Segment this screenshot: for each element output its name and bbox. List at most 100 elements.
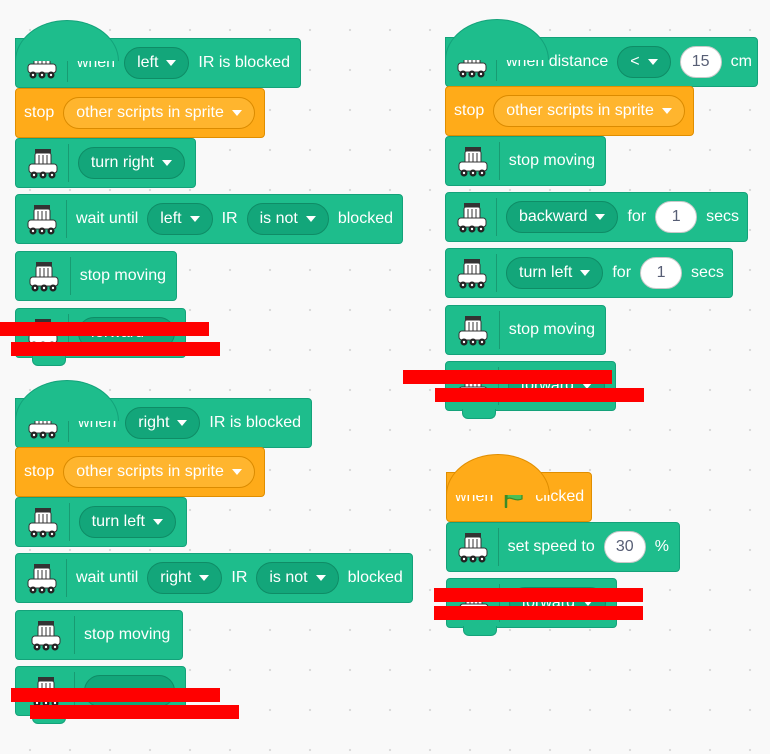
robot-car-icon [454, 198, 497, 236]
stop-label: stop [24, 104, 55, 121]
blocked-label: blocked [347, 569, 403, 586]
robot-car-icon [24, 44, 68, 82]
chevron-down-icon [315, 575, 326, 581]
redaction-bar [403, 370, 612, 384]
blocked-label: blocked [337, 210, 393, 227]
stop-moving-block[interactable]: stop moving [15, 251, 177, 301]
redaction-bar [434, 588, 643, 602]
robot-car-icon [24, 616, 75, 654]
hat-left-ir-blocked[interactable]: when left IR is blocked [15, 20, 301, 88]
clicked-label: clicked [535, 488, 585, 505]
redaction-bar [30, 705, 239, 719]
stop-moving-block[interactable]: stop moving [15, 610, 183, 660]
chevron-down-icon [305, 216, 316, 222]
set-speed-label: set speed to [507, 538, 595, 555]
stop-moving-label: stop moving [79, 267, 166, 284]
backward-block[interactable]: backward for 1 secs [445, 192, 748, 242]
stop-option-dropdown[interactable]: other scripts in sprite [63, 97, 255, 129]
set-speed-block[interactable]: set speed to 30 % [446, 522, 680, 572]
hat-right-ir-blocked[interactable]: when right IR is blocked [15, 380, 312, 448]
when-distance-label: when distance [506, 53, 609, 70]
stop-option-dropdown[interactable]: other scripts in sprite [493, 95, 685, 127]
stop-moving-label: stop moving [508, 321, 595, 338]
direction-dropdown[interactable]: backward [506, 201, 619, 233]
hat-green-flag[interactable]: when clicked [446, 454, 592, 522]
stop-block[interactable]: stop other scripts in sprite [15, 447, 265, 497]
robot-car-icon [454, 142, 500, 180]
chevron-down-icon [661, 108, 672, 114]
speed-value-input[interactable]: 30 [603, 531, 646, 563]
direction-dropdown[interactable]: turn left [506, 257, 604, 289]
ir-label: IR [221, 210, 238, 227]
chevron-down-icon [231, 110, 242, 116]
robot-car-icon [454, 311, 500, 349]
condition-dropdown[interactable]: is not [246, 203, 329, 235]
redaction-bar [0, 322, 209, 336]
wait-until-block[interactable]: wait until left IR is not blocked [15, 194, 403, 244]
chevron-down-icon [647, 59, 658, 65]
seconds-input[interactable]: 1 [640, 257, 683, 289]
robot-car-icon [24, 559, 67, 597]
redaction-bar [435, 388, 644, 402]
redaction-bar [434, 606, 643, 620]
stop-block[interactable]: stop other scripts in sprite [445, 86, 694, 136]
ir-blocked-label: IR is blocked [198, 54, 290, 71]
wait-until-block[interactable]: wait until right IR is not blocked [15, 553, 413, 603]
robot-car-icon [24, 404, 70, 442]
robot-car-icon [454, 43, 497, 81]
hat-distance[interactable]: when distance < 15 cm [445, 19, 758, 87]
robot-car-icon [454, 254, 497, 292]
chevron-down-icon [189, 216, 200, 222]
for-label: for [612, 264, 632, 281]
chevron-down-icon [231, 469, 242, 475]
ir-side-dropdown[interactable]: left [147, 203, 213, 235]
secs-label: secs [706, 208, 740, 225]
chevron-down-icon [166, 60, 177, 66]
chevron-down-icon [153, 519, 163, 525]
operator-dropdown[interactable]: < [617, 46, 671, 78]
chevron-down-icon [199, 575, 210, 581]
when-label: when [455, 488, 494, 505]
robot-car-icon [24, 257, 71, 295]
turn-direction-dropdown[interactable]: turn left [78, 506, 176, 538]
wait-until-label: wait until [76, 210, 139, 227]
chevron-down-icon [177, 420, 188, 426]
stop-option-dropdown[interactable]: other scripts in sprite [63, 456, 255, 488]
robot-car-icon [24, 200, 67, 238]
stop-label: stop [454, 102, 485, 119]
stop-moving-label: stop moving [84, 626, 171, 643]
stop-block[interactable]: stop other scripts in sprite [15, 88, 265, 138]
robot-car-icon [455, 528, 499, 566]
redaction-bar [11, 342, 220, 356]
stop-moving-block[interactable]: stop moving [445, 136, 606, 186]
chevron-down-icon [580, 270, 591, 276]
chevron-down-icon [595, 214, 606, 220]
percent-label: % [654, 538, 669, 555]
green-flag-icon [502, 486, 526, 508]
stop-moving-block[interactable]: stop moving [445, 305, 606, 355]
ir-side-dropdown[interactable]: left [124, 47, 190, 79]
stop-label: stop [24, 463, 55, 480]
ir-side-dropdown[interactable]: right [125, 407, 201, 439]
ir-label: IR [231, 569, 248, 586]
redaction-bar [11, 688, 220, 702]
robot-car-icon [24, 144, 69, 182]
ir-side-dropdown[interactable]: right [147, 562, 223, 594]
unit-label: cm [730, 53, 752, 70]
ir-blocked-label: IR is blocked [209, 414, 301, 431]
distance-value-input[interactable]: 15 [679, 46, 722, 78]
turn-left-block[interactable]: turn left for 1 secs [445, 248, 733, 298]
seconds-input[interactable]: 1 [655, 201, 698, 233]
turn-block[interactable]: turn right [15, 138, 196, 188]
turn-direction-dropdown[interactable]: turn right [77, 147, 185, 179]
robot-car-icon [24, 503, 70, 541]
stop-moving-label: stop moving [508, 152, 595, 169]
condition-dropdown[interactable]: is not [256, 562, 339, 594]
chevron-down-icon [162, 160, 172, 166]
when-label: when [78, 414, 117, 431]
move-block[interactable]: forward [445, 361, 616, 419]
move-block[interactable]: forward [446, 578, 617, 636]
for-label: for [627, 208, 647, 225]
turn-block[interactable]: turn left [15, 497, 187, 547]
wait-until-label: wait until [76, 569, 139, 586]
